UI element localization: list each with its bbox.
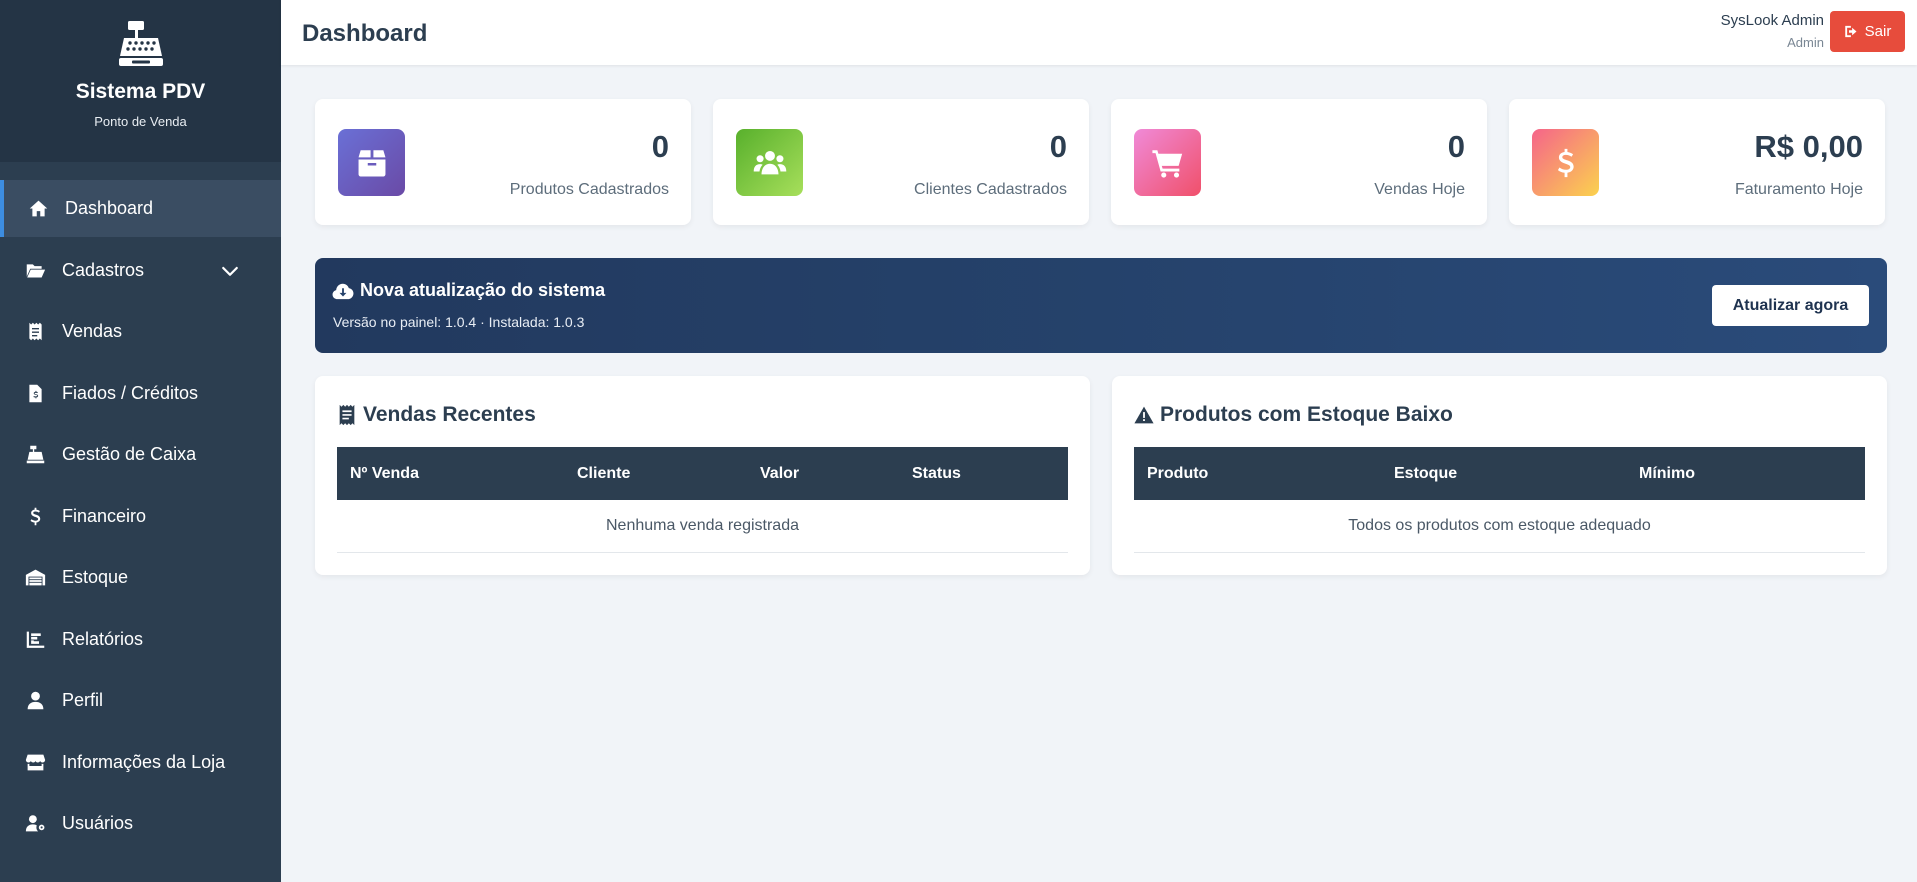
stat-value: R$ 0,00 xyxy=(1754,129,1863,164)
logout-label: Sair xyxy=(1864,23,1892,40)
stat-card-faturamento: R$ 0,00 Faturamento Hoje xyxy=(1509,99,1885,225)
user-gear-icon xyxy=(22,813,48,835)
box-icon xyxy=(338,129,405,196)
table-header: Produto Estoque Mínimo xyxy=(1134,447,1865,500)
chart-bar-icon xyxy=(22,628,48,650)
dollar-icon xyxy=(22,505,48,527)
sidebar-item-gestao-caixa[interactable]: Gestão de Caixa xyxy=(0,426,281,483)
stat-card-clientes: 0 Clientes Cadastrados xyxy=(713,99,1089,225)
sidebar-item-label: Gestão de Caixa xyxy=(62,444,197,464)
update-now-button[interactable]: Atualizar agora xyxy=(1712,285,1869,326)
column-header: Produto xyxy=(1147,465,1209,482)
update-title-row: Nova atualização do sistema xyxy=(332,280,605,301)
stat-card-produtos: 0 Produtos Cadastrados xyxy=(315,99,691,225)
update-title: Nova atualização do sistema xyxy=(360,280,606,300)
folder-open-icon xyxy=(22,259,48,281)
stat-label: Faturamento Hoje xyxy=(1734,181,1863,198)
sidebar-item-label: Informações da Loja xyxy=(62,751,226,772)
sign-out-icon xyxy=(1844,25,1857,38)
column-header: Valor xyxy=(760,465,800,482)
sidebar-item-fiados-creditos[interactable]: Fiados / Créditos xyxy=(0,365,281,422)
user-info: SysLook Admin Admin xyxy=(1721,12,1824,50)
column-header: Nº Venda xyxy=(350,465,419,482)
stat-value: 0 xyxy=(1049,129,1067,164)
receipt-icon xyxy=(339,404,355,426)
column-header: Mínimo xyxy=(1639,465,1695,482)
panel-title-row: Vendas Recentes xyxy=(337,403,536,427)
store-icon xyxy=(22,751,48,773)
receipt-icon xyxy=(22,321,48,343)
cart-icon xyxy=(1134,129,1201,196)
cash-register-icon xyxy=(118,21,163,66)
low-stock-table: Produto Estoque Mínimo Todos os produtos… xyxy=(1134,447,1865,553)
sidebar-item-vendas[interactable]: Vendas xyxy=(0,303,281,360)
recent-sales-table: Nº Venda Cliente Valor Status Nenhuma ve… xyxy=(337,447,1068,553)
update-version-info: Versão no painel: 1.0.4 · Instalada: 1.0… xyxy=(333,314,585,330)
sidebar-item-financeiro[interactable]: Financeiro xyxy=(0,488,281,545)
app-subtitle: Ponto de Venda xyxy=(94,114,187,129)
warning-icon xyxy=(1134,406,1154,424)
panel-title: Vendas Recentes xyxy=(363,403,536,426)
invoice-dollar-icon xyxy=(22,382,48,404)
cloud-download-icon xyxy=(332,283,354,299)
empty-row: Nenhuma venda registrada xyxy=(337,500,1068,553)
panel-title: Produtos com Estoque Baixo xyxy=(1160,403,1453,426)
sidebar-item-label: Cadastros xyxy=(62,259,145,280)
sidebar-item-perfil[interactable]: Perfil xyxy=(0,672,281,729)
logout-button[interactable]: Sair xyxy=(1830,11,1905,52)
low-stock-panel: Produtos com Estoque Baixo Produto Estoq… xyxy=(1112,376,1887,575)
update-banner: Nova atualização do sistema Versão no pa… xyxy=(315,258,1887,353)
table-header: Nº Venda Cliente Valor Status xyxy=(337,447,1068,500)
stat-value: 0 xyxy=(651,129,669,164)
column-header: Cliente xyxy=(577,465,631,482)
home-icon xyxy=(25,198,51,220)
sidebar-item-label: Relatórios xyxy=(62,628,144,649)
recent-sales-panel: Vendas Recentes Nº Venda Cliente Valor S… xyxy=(315,376,1090,575)
stat-label: Produtos Cadastrados xyxy=(509,181,669,198)
sidebar-item-label: Dashboard xyxy=(65,198,154,218)
user-icon xyxy=(22,690,48,712)
app-title: Sistema PDV xyxy=(75,80,206,103)
stats-row: 0 Produtos Cadastrados 0 Clientes Cadast… xyxy=(315,99,1885,225)
top-header: Dashboard SysLook Admin Admin Sair xyxy=(281,0,1917,65)
sidebar-item-dashboard[interactable]: Dashboard xyxy=(0,180,281,237)
stat-label: Clientes Cadastrados xyxy=(914,181,1067,198)
warehouse-icon xyxy=(22,567,48,589)
page-title: Dashboard xyxy=(302,20,428,47)
user-name: SysLook Admin xyxy=(1720,12,1824,29)
sidebar-item-informacoes-loja[interactable]: Informações da Loja xyxy=(0,734,281,791)
users-icon xyxy=(736,129,803,196)
sidebar-item-label: Fiados / Créditos xyxy=(62,382,199,403)
sidebar-item-label: Estoque xyxy=(62,567,129,587)
sidebar: Sistema PDV Ponto de Venda Dashboard Cad… xyxy=(0,0,281,882)
sidebar-brand: Sistema PDV Ponto de Venda xyxy=(0,0,281,162)
sidebar-item-cadastros[interactable]: Cadastros xyxy=(0,242,281,299)
chevron-down-icon xyxy=(222,266,238,276)
stat-label: Vendas Hoje xyxy=(1374,181,1465,198)
dollar-icon xyxy=(1532,129,1599,196)
sidebar-item-usuarios[interactable]: Usuários xyxy=(0,795,281,852)
column-header: Status xyxy=(912,465,961,482)
sidebar-item-label: Financeiro xyxy=(62,505,147,526)
column-header: Estoque xyxy=(1394,465,1458,482)
sidebar-item-label: Vendas xyxy=(62,321,123,341)
user-role: Admin xyxy=(1787,35,1824,50)
panel-title-row: Produtos com Estoque Baixo xyxy=(1134,403,1453,427)
sidebar-nav: Dashboard Cadastros Vendas Fiados / Créd… xyxy=(0,180,281,852)
sidebar-item-label: Perfil xyxy=(62,690,104,710)
sidebar-item-relatorios[interactable]: Relatórios xyxy=(0,611,281,668)
cash-register-icon xyxy=(22,444,48,466)
empty-row: Todos os produtos com estoque adequado xyxy=(1134,500,1865,553)
stat-value: 0 xyxy=(1447,129,1465,164)
sidebar-item-label: Usuários xyxy=(62,813,134,833)
stat-card-vendas: 0 Vendas Hoje xyxy=(1111,99,1487,225)
sidebar-item-estoque[interactable]: Estoque xyxy=(0,549,281,606)
